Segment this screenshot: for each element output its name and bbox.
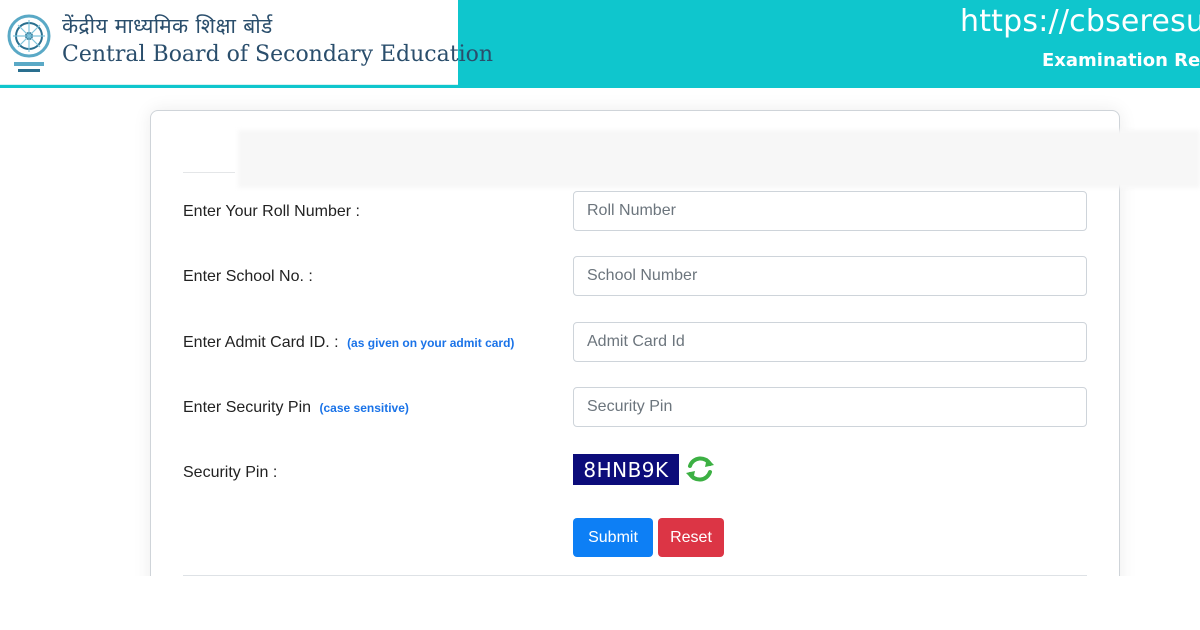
roll-number-label-text: Enter Your Roll Number : [183,203,360,220]
cbse-logo-icon [7,14,51,72]
school-number-label: Enter School No. : [183,268,313,286]
admit-card-input[interactable] [573,322,1087,362]
site-header: केंद्रीय माध्यमिक शिक्षा बोर्ड Central B… [0,0,1200,88]
page: केंद्रीय माध्यमिक शिक्षा बोर्ड Central B… [0,0,1200,630]
site-subtitle: Examination Resu [1042,50,1200,71]
security-pin-hint: (case sensitive) [319,401,409,415]
school-number-label-text: Enter School No. : [183,268,313,285]
blurred-banner [238,130,1200,188]
captcha-label-text: Security Pin : [183,464,278,481]
submit-button[interactable]: Submit [573,518,653,557]
roll-number-input[interactable] [573,191,1087,231]
captcha-label: Security Pin : [183,464,277,482]
site-url-title: https://cbseresults [960,4,1200,39]
captcha-image: 8HNB9K [573,454,679,485]
security-pin-entry-label: Enter Security Pin (case sensitive) [183,399,409,417]
brand-hindi-title: केंद्रीय माध्यमिक शिक्षा बोर्ड [62,14,273,38]
divider [183,172,235,173]
roll-number-label: Enter Your Roll Number : [183,203,360,221]
admit-card-hint: (as given on your admit card) [347,336,515,350]
brand-block: केंद्रीय माध्यमिक शिक्षा बोर्ड Central B… [0,0,493,85]
security-pin-input[interactable] [573,387,1087,427]
divider [183,575,1087,576]
reset-button[interactable]: Reset [658,518,724,557]
refresh-icon[interactable] [683,452,717,486]
admit-card-label: Enter Admit Card ID. : (as given on your… [183,334,514,352]
brand-english-title: Central Board of Secondary Education [62,42,494,67]
security-pin-entry-label-text: Enter Security Pin [183,399,312,416]
page-bottom-area [0,576,1200,630]
admit-card-label-text: Enter Admit Card ID. : [183,334,339,351]
school-number-input[interactable] [573,256,1087,296]
